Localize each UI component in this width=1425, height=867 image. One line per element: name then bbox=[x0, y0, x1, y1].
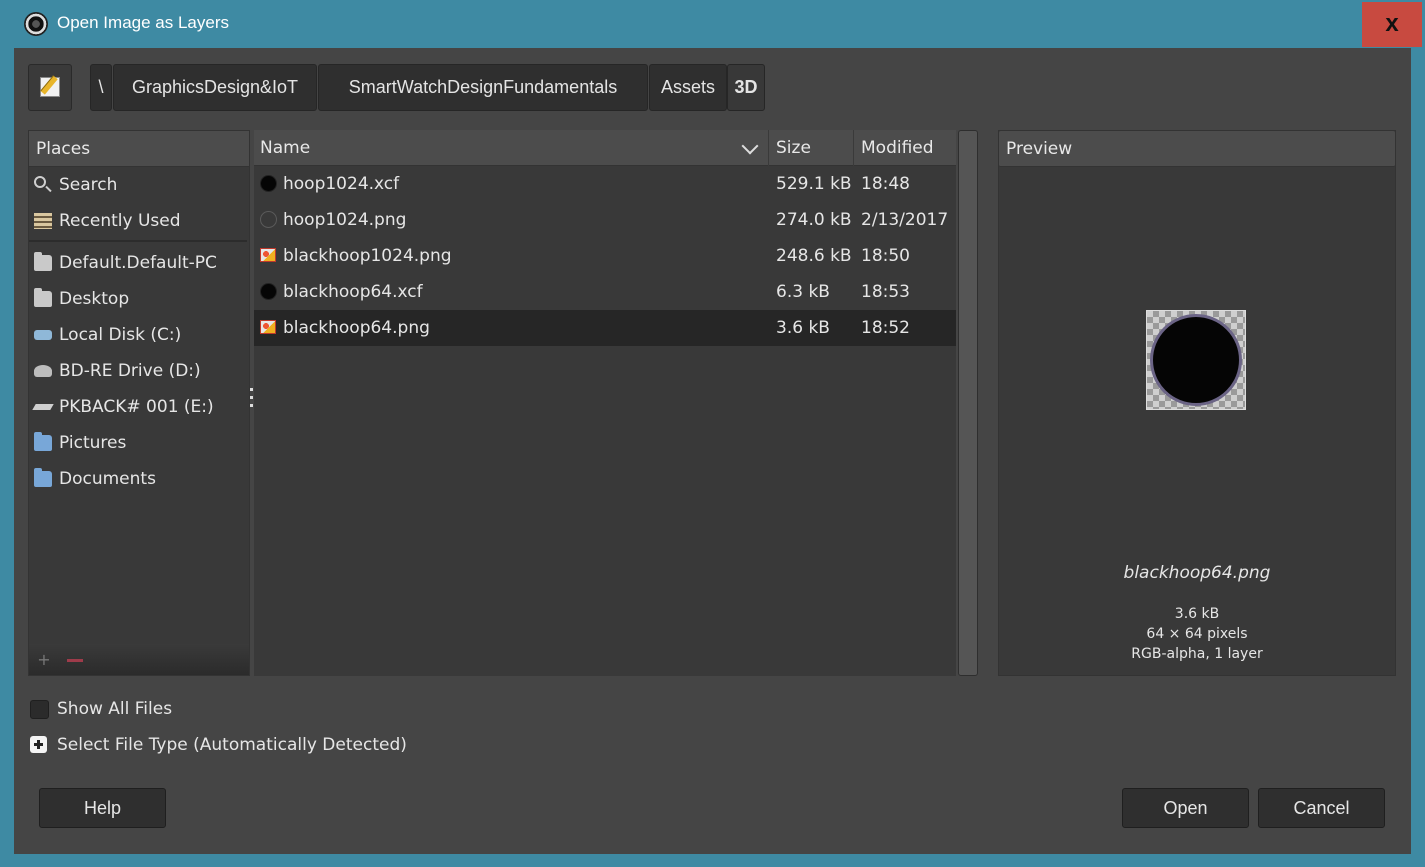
remove-bookmark-icon[interactable] bbox=[67, 659, 83, 662]
open-button[interactable]: Open bbox=[1122, 788, 1249, 828]
column-name-label: Name bbox=[260, 138, 311, 158]
place-label: Pictures bbox=[59, 433, 127, 453]
select-file-type-expander[interactable]: Select File Type (Automatically Detected… bbox=[30, 733, 407, 757]
file-modified: 18:52 bbox=[861, 318, 910, 338]
file-size: 529.1 kB bbox=[776, 174, 852, 194]
place-search[interactable]: Search bbox=[29, 167, 249, 203]
place-pkback[interactable]: PKBACK# 001 (E:) bbox=[29, 389, 249, 425]
places-header: Places bbox=[29, 131, 249, 167]
breadcrumb-graphicsdesign[interactable]: GraphicsDesign&IoT bbox=[113, 64, 317, 111]
pane-splitter-handle[interactable] bbox=[250, 388, 253, 418]
file-name: blackhoop1024.png bbox=[283, 246, 452, 266]
breadcrumb-smartwatch[interactable]: SmartWatchDesignFundamentals bbox=[318, 64, 648, 111]
file-row[interactable]: hoop1024.png 274.0 kB 2/13/2017 bbox=[254, 202, 956, 238]
place-label: Local Disk (C:) bbox=[59, 325, 182, 345]
hoop-image bbox=[1150, 314, 1242, 406]
xcf-file-icon bbox=[260, 283, 277, 300]
file-modified: 18:48 bbox=[861, 174, 910, 194]
preview-info: RGB-alpha, 1 layer bbox=[1131, 646, 1263, 662]
file-modified: 18:50 bbox=[861, 246, 910, 266]
edit-location-button[interactable] bbox=[28, 64, 72, 111]
preview-thumbnail bbox=[1146, 310, 1246, 410]
png-hoop-icon bbox=[260, 211, 277, 228]
place-recently-used[interactable]: Recently Used bbox=[29, 203, 249, 239]
file-row[interactable]: hoop1024.xcf 529.1 kB 18:48 bbox=[254, 166, 956, 202]
place-label: Search bbox=[59, 175, 118, 195]
file-list: Name Size Modified hoop1024.xcf 529.1 kB… bbox=[254, 130, 956, 676]
image-file-icon bbox=[260, 248, 276, 262]
place-pictures[interactable]: Pictures bbox=[29, 425, 249, 461]
folder-icon bbox=[34, 432, 52, 451]
preview-dimensions: 64 × 64 pixels bbox=[1146, 626, 1248, 642]
places-footer: + bbox=[29, 644, 249, 675]
places-pane: Places Search Recently Used Default.Defa… bbox=[28, 130, 250, 676]
help-button[interactable]: Help bbox=[39, 788, 166, 828]
folder-icon bbox=[34, 252, 52, 271]
title-bar: Open Image as Layers x bbox=[0, 0, 1425, 48]
column-size[interactable]: Size bbox=[770, 130, 854, 166]
dialog-body: \ GraphicsDesign&IoT SmartWatchDesignFun… bbox=[14, 48, 1411, 854]
preview-header: Preview bbox=[999, 131, 1395, 167]
place-label: Default.Default-PC bbox=[59, 253, 217, 273]
place-label: Recently Used bbox=[59, 211, 181, 231]
usb-drive-icon bbox=[32, 404, 54, 410]
gimp-app-icon bbox=[24, 12, 48, 36]
file-size: 3.6 kB bbox=[776, 318, 830, 338]
column-name[interactable]: Name bbox=[254, 130, 769, 166]
select-file-type-label: Select File Type (Automatically Detected… bbox=[57, 735, 407, 755]
xcf-file-icon bbox=[260, 175, 277, 192]
optical-drive-icon bbox=[34, 365, 52, 377]
preview-pane: Preview blackhoop64.png 3.6 kB 64 × 64 p… bbox=[998, 130, 1396, 676]
file-name: blackhoop64.png bbox=[283, 318, 430, 338]
file-modified: 2/13/2017 bbox=[861, 210, 949, 230]
show-all-files-label: Show All Files bbox=[57, 699, 173, 719]
image-file-icon bbox=[260, 320, 276, 334]
file-name: hoop1024.png bbox=[283, 210, 407, 230]
breadcrumb-root[interactable]: \ bbox=[90, 64, 112, 111]
expand-plus-icon[interactable] bbox=[30, 736, 47, 753]
place-bd-re-drive[interactable]: BD-RE Drive (D:) bbox=[29, 353, 249, 389]
file-name: hoop1024.xcf bbox=[283, 174, 400, 194]
place-label: PKBACK# 001 (E:) bbox=[59, 397, 214, 417]
column-modified[interactable]: Modified bbox=[855, 130, 956, 166]
preview-file-size: 3.6 kB bbox=[1174, 606, 1220, 622]
dialog-window: Open Image as Layers x \ GraphicsDesign&… bbox=[0, 0, 1425, 867]
chevron-down-icon bbox=[741, 137, 759, 155]
file-list-scrollbar[interactable] bbox=[958, 130, 978, 676]
window-title: Open Image as Layers bbox=[57, 13, 229, 32]
file-modified: 18:53 bbox=[861, 282, 910, 302]
place-label: BD-RE Drive (D:) bbox=[59, 361, 201, 381]
folder-icon bbox=[34, 468, 52, 487]
place-label: Desktop bbox=[59, 289, 130, 309]
place-desktop[interactable]: Desktop bbox=[29, 281, 249, 317]
file-size: 248.6 kB bbox=[776, 246, 852, 266]
recently-used-icon bbox=[34, 213, 52, 229]
file-row[interactable]: blackhoop1024.png 248.6 kB 18:50 bbox=[254, 238, 956, 274]
preview-file-name: blackhoop64.png bbox=[1123, 563, 1271, 583]
file-list-header: Name Size Modified bbox=[254, 130, 956, 166]
breadcrumb-3d[interactable]: 3D bbox=[727, 64, 765, 111]
file-name: blackhoop64.xcf bbox=[283, 282, 423, 302]
search-icon bbox=[34, 176, 46, 188]
cancel-button[interactable]: Cancel bbox=[1258, 788, 1385, 828]
folder-icon bbox=[34, 288, 52, 307]
file-row-selected[interactable]: blackhoop64.png 3.6 kB 18:52 bbox=[254, 310, 956, 346]
show-all-files-checkbox[interactable] bbox=[30, 700, 49, 719]
disk-icon bbox=[34, 330, 52, 340]
close-button[interactable]: x bbox=[1362, 2, 1422, 47]
file-size: 274.0 kB bbox=[776, 210, 852, 230]
file-size: 6.3 kB bbox=[776, 282, 830, 302]
breadcrumb-assets[interactable]: Assets bbox=[649, 64, 727, 111]
show-all-files-toggle[interactable]: Show All Files bbox=[30, 697, 172, 721]
place-documents[interactable]: Documents bbox=[29, 461, 249, 497]
place-default-pc[interactable]: Default.Default-PC bbox=[29, 245, 249, 281]
add-bookmark-icon[interactable]: + bbox=[37, 652, 51, 668]
place-local-disk[interactable]: Local Disk (C:) bbox=[29, 317, 249, 353]
place-label: Documents bbox=[59, 469, 156, 489]
file-row[interactable]: blackhoop64.xcf 6.3 kB 18:53 bbox=[254, 274, 956, 310]
places-separator bbox=[29, 240, 247, 242]
